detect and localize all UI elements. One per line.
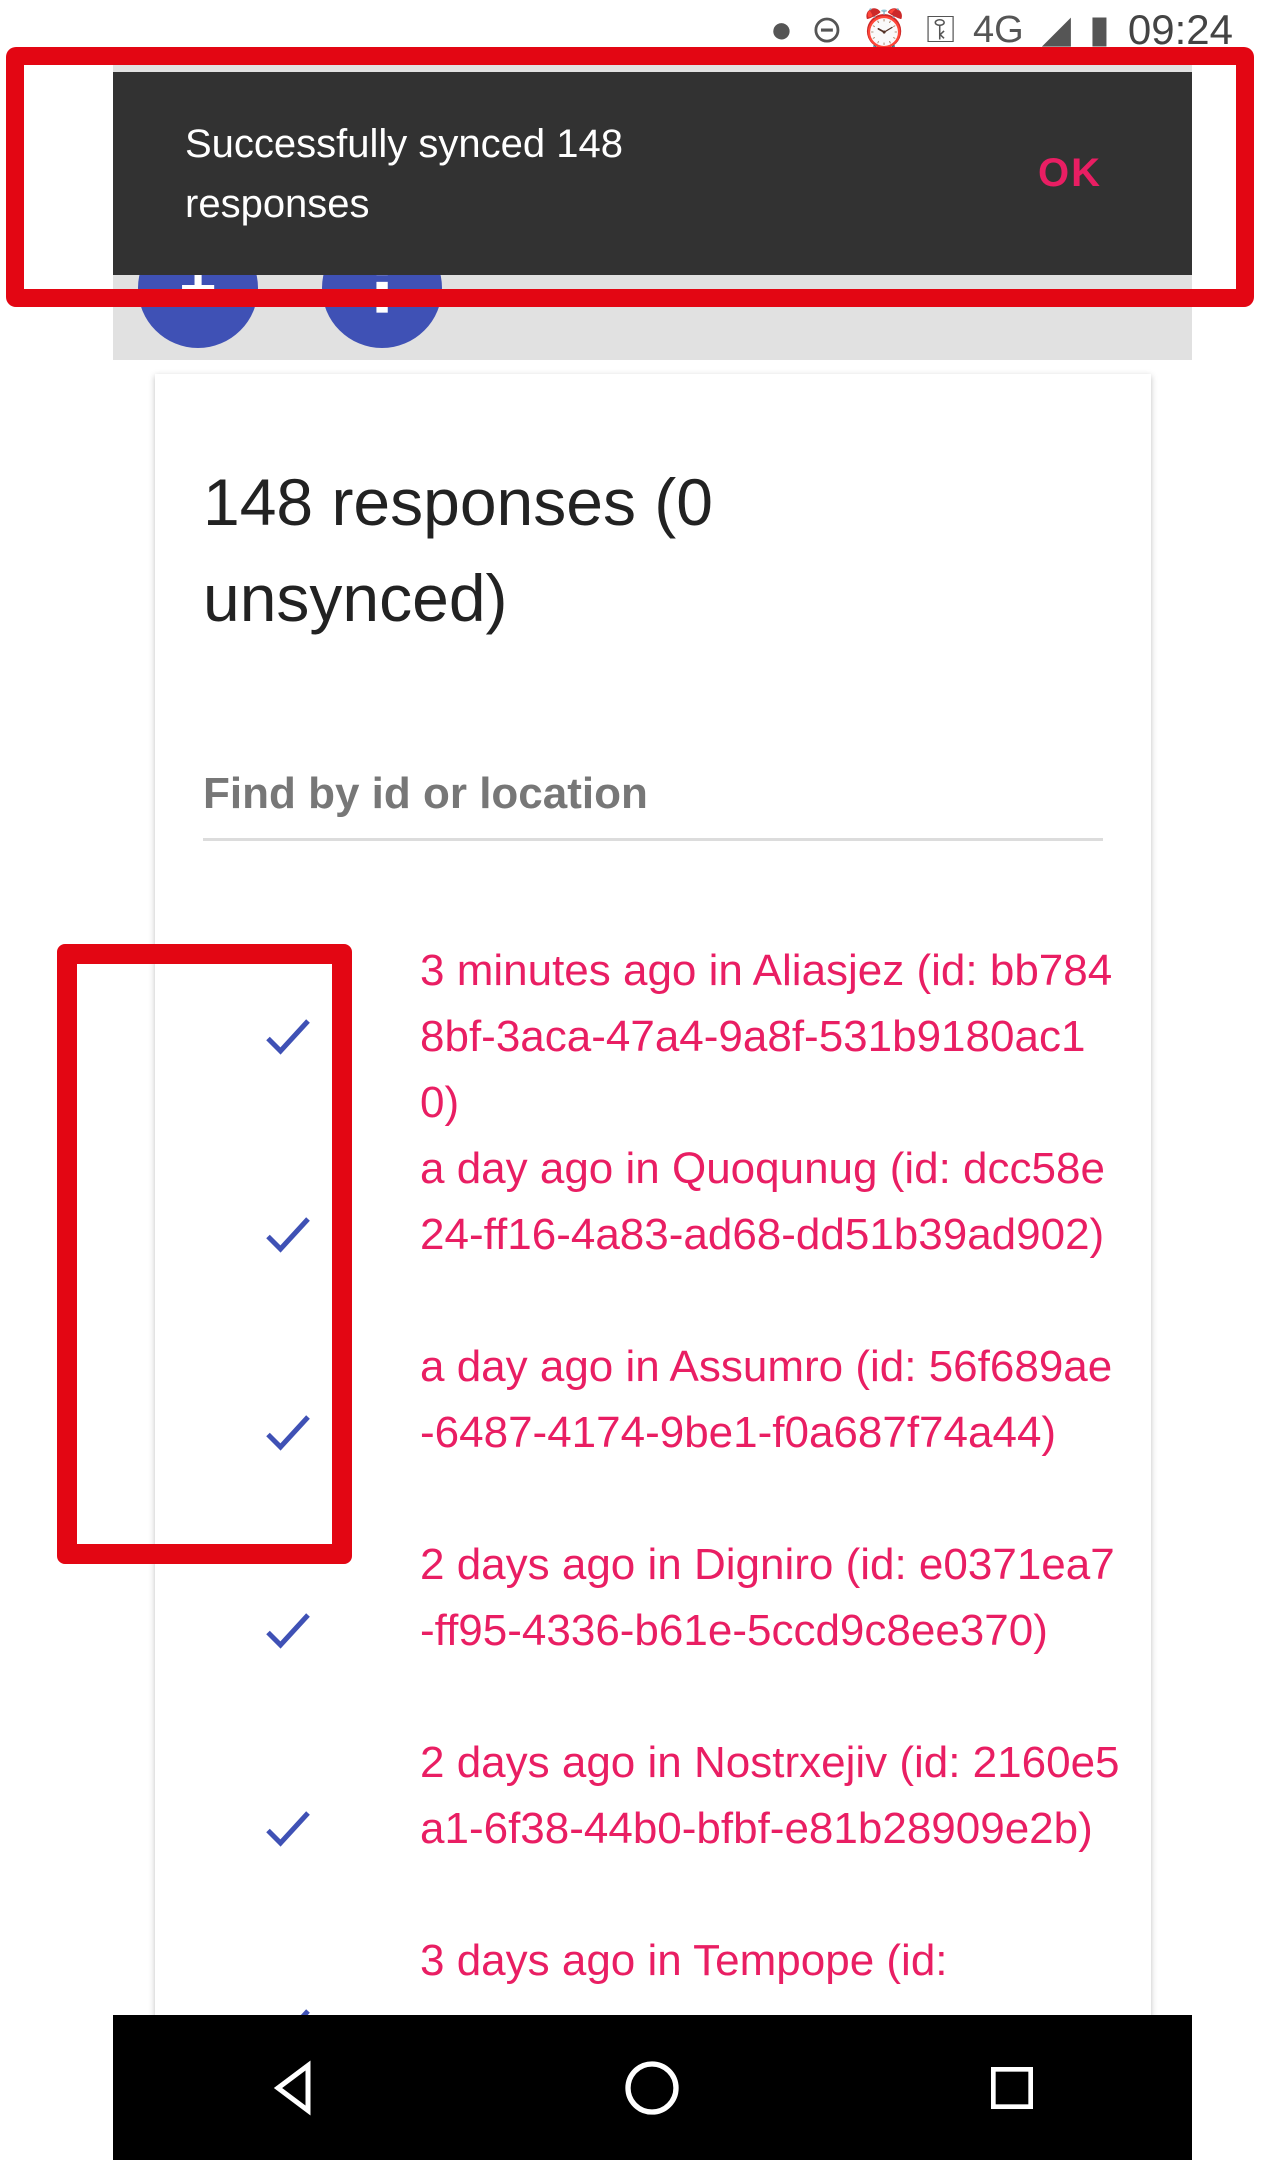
search-field <box>203 754 1103 841</box>
home-icon <box>625 2060 680 2115</box>
check-icon <box>266 1613 310 1649</box>
location-icon: ● <box>769 9 793 51</box>
response-link[interactable]: a day ago in Assumro (id: 56f689ae-6487-… <box>420 1334 1120 1466</box>
battery-icon: ▮ <box>1088 9 1110 51</box>
responses-count-title: 148 responses (0 unsynced) <box>203 465 713 635</box>
annotation-box-snackbar <box>6 47 1254 307</box>
response-link[interactable]: 2 days ago in Nostrxejiv (id: 2160e5a1-6… <box>420 1730 1120 1862</box>
signal-icon: ◢ <box>1041 9 1071 51</box>
network-4g-icon: 4G <box>973 9 1024 51</box>
do-not-disturb-icon: ⊝ <box>810 9 843 51</box>
search-input[interactable] <box>203 754 1103 834</box>
response-link[interactable]: a day ago in Quoqunug (id: dcc58e24-ff16… <box>420 1136 1120 1268</box>
recents-icon <box>991 2066 1034 2109</box>
annotation-box-sync-checks <box>57 944 352 1564</box>
back-icon <box>273 2060 311 2115</box>
android-nav-bar <box>113 2015 1192 2160</box>
vpn-key-icon: ⚿ <box>926 9 956 51</box>
list-item[interactable]: 2 days ago in Nostrxejiv (id: 2160e5a1-6… <box>155 1730 1151 1928</box>
response-link[interactable]: 2 days ago in Digniro (id: e0371ea7-ff95… <box>420 1532 1120 1664</box>
back-button[interactable] <box>253 2048 333 2128</box>
recents-button[interactable] <box>972 2048 1052 2128</box>
response-link[interactable]: 3 days ago in Tempope (id: <box>420 1928 1120 1994</box>
check-icon <box>266 1811 310 1847</box>
response-link[interactable]: 3 minutes ago in Aliasjez (id: bb7848bf-… <box>420 938 1120 1136</box>
alarm-icon: ⏰ <box>860 9 909 51</box>
home-button[interactable] <box>612 2048 692 2128</box>
